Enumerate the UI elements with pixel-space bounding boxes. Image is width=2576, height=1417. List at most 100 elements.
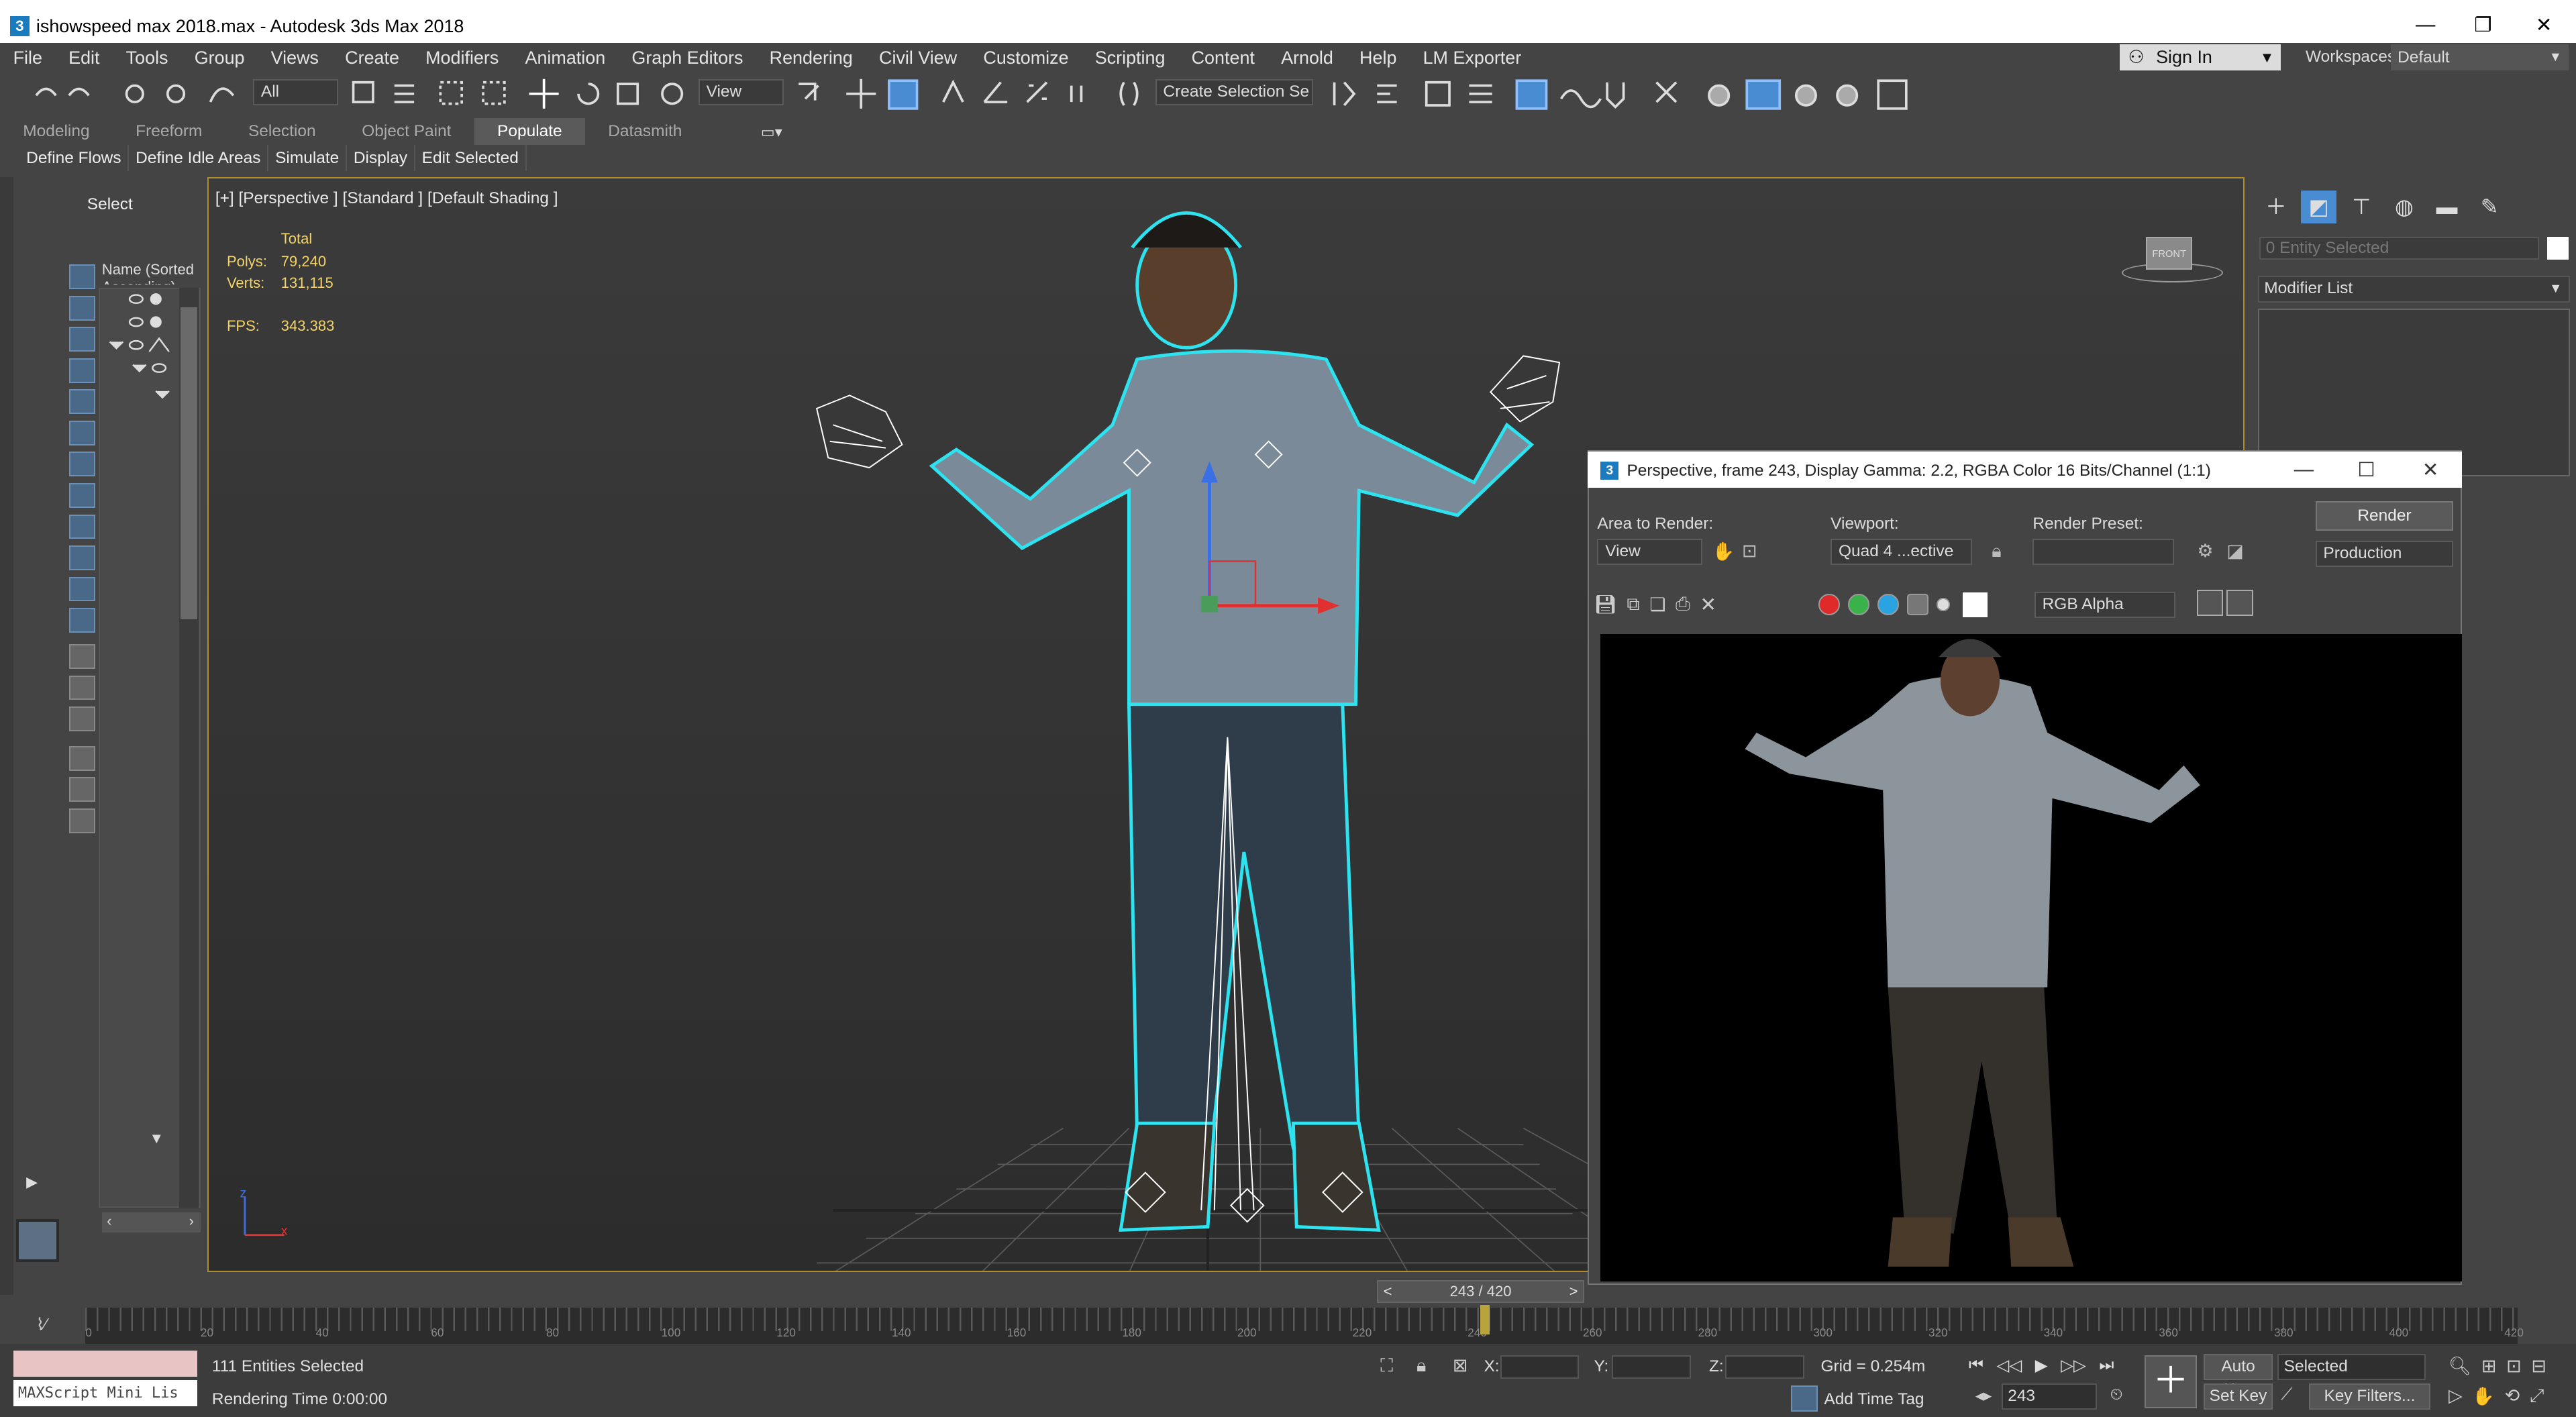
modifier-list-dropdown[interactable]: Modifier List ▼ (2257, 276, 2571, 303)
ribbon-tab-object-paint[interactable]: Object Paint (339, 118, 474, 144)
command-define-flows[interactable]: Define Flows (19, 144, 130, 171)
expand-panel-icon[interactable]: ▶ (26, 1173, 38, 1191)
display-none-icon[interactable] (68, 264, 96, 290)
menu-scripting[interactable]: Scripting (1082, 43, 1178, 72)
menu-tools[interactable]: Tools (113, 43, 181, 72)
named-selection-dropdown[interactable]: Create Selection Se (1155, 78, 1313, 105)
display-frozen-icon[interactable] (68, 608, 96, 633)
command-define-idle-areas[interactable]: Define Idle Areas (129, 144, 269, 171)
ribbon-tab-populate[interactable]: Populate (474, 118, 585, 145)
auto-key-button[interactable]: Auto Key (2204, 1353, 2273, 1398)
set-key-button[interactable]: Set Key (2204, 1383, 2273, 1410)
explorer-horizontal-scrollbar[interactable]: ‹ › (101, 1212, 201, 1232)
display-all-icon[interactable] (68, 644, 96, 669)
key-tangent-icon[interactable]: ⟋ (2281, 1385, 2292, 1404)
viewport-dropdown[interactable]: Quad 4 ...ective (1831, 539, 1972, 566)
environment-effects-icon[interactable]: ◪ (2226, 541, 2243, 562)
save-image-icon[interactable]: 💾︎ (1594, 594, 1617, 615)
display-channel-dropdown[interactable]: RGB Alpha (2034, 591, 2176, 618)
zoom-extents-icon[interactable]: ⊡ (2506, 1356, 2522, 1377)
orbit-icon[interactable]: ⟲ (2505, 1385, 2520, 1406)
render-window-minimize-button[interactable]: — (2291, 458, 2317, 481)
display-xrefs-icon[interactable] (68, 514, 96, 539)
field-of-view-icon[interactable]: ▷ (2449, 1385, 2463, 1406)
ribbon-tab-datasmith[interactable]: Datasmith (585, 118, 705, 144)
menu-edit[interactable]: Edit (56, 43, 113, 72)
toggle-ui-icon[interactable] (2226, 590, 2253, 617)
current-frame-field[interactable]: 243 (2001, 1383, 2097, 1410)
hierarchy-tab-icon[interactable]: ⊤ (2343, 191, 2379, 223)
ribbon-tab-freeform[interactable]: Freeform (113, 118, 225, 144)
menu-lm-exporter[interactable]: LM Exporter (1410, 43, 1535, 72)
isolate-selection-icon[interactable]: ⛶ (1380, 1355, 1393, 1377)
expand-arrow-icon[interactable]: ▼ (149, 1130, 164, 1147)
zoom-extents-all-icon[interactable]: ⊟ (2531, 1356, 2546, 1377)
motion-tab-icon[interactable]: ◍ (2386, 191, 2422, 223)
menu-graph-editors[interactable]: Graph Editors (619, 43, 756, 72)
key-selection-dropdown[interactable]: Selected (2277, 1353, 2426, 1381)
display-space-warps-icon[interactable] (68, 452, 96, 477)
ribbon-options-icon[interactable]: ▭▾ (761, 123, 782, 141)
workspace-select[interactable]: Default ▼ (2391, 44, 2569, 71)
print-image-icon[interactable]: ⎙ (1676, 594, 1690, 615)
reference-coordinate-dropdown[interactable]: View (698, 78, 784, 105)
command-edit-selected[interactable]: Edit Selected (415, 144, 527, 171)
time-tag-icon[interactable] (1791, 1385, 1818, 1412)
display-geometry-icon[interactable] (68, 295, 96, 321)
display-none-toggle-icon[interactable] (68, 675, 96, 700)
render-window-close-button[interactable]: ✕ (2417, 458, 2443, 481)
menu-arnold[interactable]: Arnold (1268, 43, 1346, 72)
ribbon-tab-modeling[interactable]: Modeling (0, 118, 113, 144)
toggle-ui-overlay-icon[interactable] (2197, 590, 2224, 617)
minimize-button[interactable]: — (2409, 13, 2442, 36)
absolute-mode-icon[interactable]: ⊠ (1453, 1355, 1468, 1376)
command-simulate[interactable]: Simulate (268, 144, 348, 171)
sign-in-button[interactable]: ⚇ Sign In ▼ (2120, 44, 2281, 71)
edit-region-icon[interactable]: ✋ (1712, 541, 1735, 562)
menu-rendering[interactable]: Rendering (756, 43, 866, 72)
filter-icon[interactable] (68, 745, 96, 771)
key-filters-button[interactable]: Key Filters... (2308, 1383, 2431, 1410)
scroll-right-icon[interactable]: › (189, 1212, 194, 1230)
previous-key-icon[interactable]: ◁◁ (1997, 1355, 2022, 1375)
ribbon-tab-selection[interactable]: Selection (225, 118, 339, 144)
utilities-tab-icon[interactable]: ✎ (2471, 191, 2508, 223)
red-channel-icon[interactable] (1818, 594, 1840, 616)
render-setup-icon[interactable]: ⚙ (2197, 541, 2213, 562)
pan-icon[interactable]: ✋ (2472, 1385, 2495, 1407)
monochrome-icon[interactable] (1937, 598, 1950, 611)
selection-filter-dropdown[interactable]: All (253, 78, 339, 105)
render-window-maximize-button[interactable]: ☐ (2353, 458, 2379, 481)
alpha-channel-icon[interactable] (1907, 594, 1928, 616)
green-channel-icon[interactable] (1847, 594, 1869, 616)
menu-modifiers[interactable]: Modifiers (413, 43, 512, 72)
play-icon[interactable]: ▶ (2035, 1355, 2048, 1375)
menu-animation[interactable]: Animation (512, 43, 619, 72)
previous-frame-icon[interactable]: < (1384, 1281, 1392, 1301)
menu-help[interactable]: Help (1346, 43, 1410, 72)
copy-image-icon[interactable]: ⧉ (1627, 594, 1639, 615)
object-color-swatch[interactable] (2546, 236, 2569, 260)
command-display[interactable]: Display (347, 144, 415, 171)
viewport-label-menu[interactable]: [+] [Perspective ] [Standard ] [Default … (215, 189, 558, 208)
x-coordinate-field[interactable] (1500, 1355, 1580, 1379)
y-coordinate-field[interactable] (1612, 1355, 1692, 1379)
display-helpers-icon[interactable] (68, 420, 96, 445)
display-tab-icon[interactable]: ▬ (2429, 191, 2465, 223)
clone-window-icon[interactable]: ❏ (1649, 594, 1665, 615)
menu-content[interactable]: Content (1178, 43, 1268, 72)
create-tab-icon[interactable]: ＋ (2258, 191, 2294, 223)
menu-group[interactable]: Group (181, 43, 258, 72)
lock-icon[interactable]: 🔒︎ (1992, 541, 2001, 562)
menu-create[interactable]: Create (332, 43, 413, 72)
close-button[interactable]: ✕ (2528, 13, 2561, 36)
explorer-scrollbar[interactable] (178, 287, 199, 1208)
scrollbar-thumb[interactable] (181, 307, 197, 620)
menu-views[interactable]: Views (258, 43, 331, 72)
area-to-render-dropdown[interactable]: View (1597, 539, 1703, 566)
viewcube[interactable]: FRONT (2146, 236, 2192, 270)
maxscript-listener-output[interactable] (13, 1351, 197, 1377)
display-lights-icon[interactable] (68, 358, 96, 383)
z-coordinate-field[interactable] (1725, 1355, 1804, 1379)
next-key-icon[interactable]: ▷▷ (2061, 1355, 2086, 1375)
